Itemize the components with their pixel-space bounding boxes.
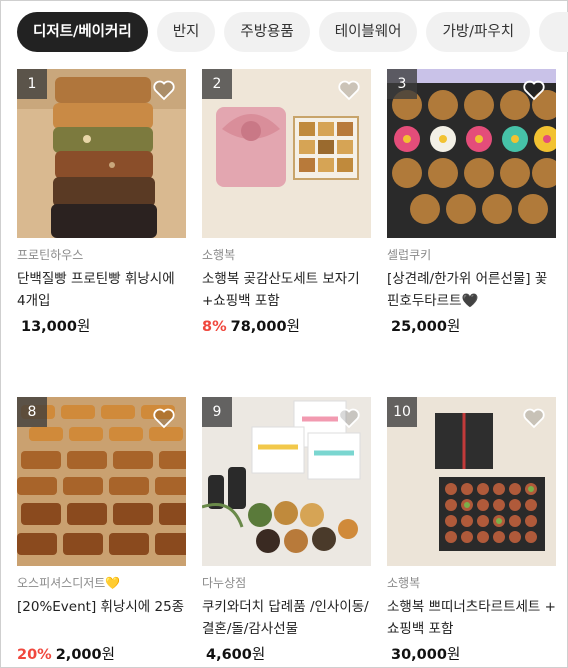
product-card[interactable]: 8 오스피셔스디저트💛 [20%Event] 휘낭시에 25종 20% 2,000… (17, 397, 186, 666)
heart-outline-icon[interactable] (152, 407, 176, 429)
tab-tableware[interactable]: 테이블웨어 (318, 12, 418, 52)
product-price: 30,000원 (387, 644, 556, 666)
product-card[interactable]: 2 소행복 소행복 곶감산도세트 보자기+쇼핑백 포함 8% 78,000원 (202, 69, 371, 338)
heart-outline-icon[interactable] (522, 79, 546, 101)
rank-badge: 9 (202, 397, 232, 427)
tab-bag-pouch[interactable]: 가방/파우치 (426, 12, 531, 52)
product-price: 4,600원 (202, 644, 371, 666)
rank-badge: 8 (17, 397, 47, 427)
product-brand: 소행복 (387, 576, 421, 590)
price-currency: 원 (251, 647, 266, 663)
category-tabs: 디저트/베이커리 반지 주방용품 테이블웨어 가방/파우치 (17, 12, 568, 52)
product-card[interactable]: 10 소행복 소행복 쁘띠너츠타르트세트 + 쇼핑백 포함 30,000원 (387, 397, 556, 666)
product-image-tart-box[interactable]: 10 (387, 397, 556, 566)
heart-outline-icon[interactable] (337, 79, 361, 101)
rank-badge: 3 (387, 69, 417, 99)
product-brand: 프로틴하우스 (17, 248, 84, 262)
price-value: 13,000 (21, 319, 77, 335)
heart-outline-icon[interactable] (337, 407, 361, 429)
price-value: 30,000 (391, 647, 447, 663)
product-image-financier-stack[interactable]: 1 (17, 69, 186, 238)
price-currency: 원 (446, 319, 461, 335)
product-image-gift-box-wrap[interactable]: 2 (202, 69, 371, 238)
product-name[interactable]: 소행복 곶감산도세트 보자기+쇼핑백 포함 (202, 268, 371, 312)
product-price: 20% 2,000원 (17, 644, 186, 666)
rank-badge: 2 (202, 69, 232, 99)
product-image-cookie-gifts[interactable]: 9 (202, 397, 371, 566)
tab-more[interactable] (539, 12, 568, 52)
price-value: 4,600 (206, 647, 252, 663)
product-card[interactable]: 3 셀럽쿠키 [상견례/한가위 어른선물] 꽃핀호두타르트🖤 25,000원 (387, 69, 556, 338)
product-name[interactable]: 단백질빵 프로틴빵 휘낭시에 4개입 (17, 268, 186, 312)
price-currency: 원 (286, 319, 300, 335)
product-image-financier-tray[interactable]: 8 (17, 397, 186, 566)
discount-rate: 8% (202, 319, 227, 335)
product-card[interactable]: 9 다누상점 쿠키와더치 답례품 /인사이동/결혼/돌/감사선물 4,600원 (202, 397, 371, 666)
price-currency: 원 (446, 647, 461, 663)
price-currency: 원 (101, 647, 115, 663)
product-card[interactable]: 1 프로틴하우스 단백질빵 프로틴빵 휘낭시에 4개입 13,000원 (17, 69, 186, 338)
product-price: 13,000원 (17, 316, 186, 338)
tab-ring[interactable]: 반지 (156, 12, 216, 52)
heart-outline-icon[interactable] (522, 407, 546, 429)
heart-outline-icon[interactable] (152, 79, 176, 101)
product-brand: 셀럽쿠키 (387, 248, 432, 262)
product-name[interactable]: [20%Event] 휘낭시에 25종 (17, 596, 186, 640)
rank-badge: 10 (387, 397, 417, 427)
tab-dessert-bakery[interactable]: 디저트/베이커리 (17, 12, 148, 52)
product-image-flower-tarts[interactable]: 3 (387, 69, 556, 238)
price-value: 2,000 (55, 647, 102, 663)
discount-rate: 20% (17, 647, 52, 663)
product-price: 25,000원 (387, 316, 556, 338)
product-name[interactable]: 쿠키와더치 답례품 /인사이동/결혼/돌/감사선물 (202, 596, 371, 640)
product-name[interactable]: 소행복 쁘띠너츠타르트세트 + 쇼핑백 포함 (387, 596, 556, 640)
product-price: 8% 78,000원 (202, 316, 371, 338)
rank-badge: 1 (17, 69, 47, 99)
product-brand: 소행복 (202, 248, 236, 262)
tab-kitchenware[interactable]: 주방용품 (224, 12, 310, 52)
price-value: 78,000 (230, 319, 287, 335)
product-brand: 오스피셔스디저트💛 (17, 576, 121, 590)
price-value: 25,000 (391, 319, 447, 335)
product-brand: 다누상점 (202, 576, 247, 590)
price-currency: 원 (76, 319, 91, 335)
product-name[interactable]: [상견례/한가위 어른선물] 꽃핀호두타르트🖤 (387, 268, 556, 312)
